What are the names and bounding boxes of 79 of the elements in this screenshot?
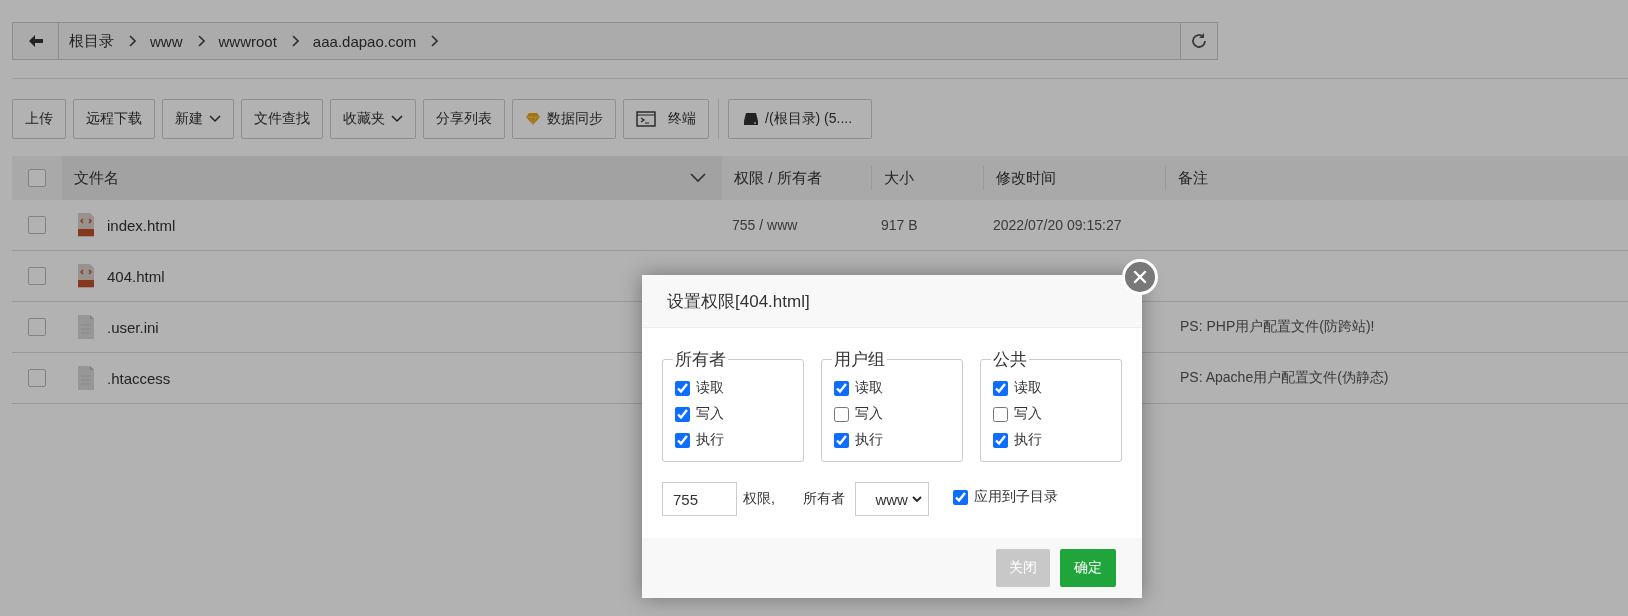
toolbar-button[interactable]: 收藏夹 xyxy=(330,99,416,139)
dialog-title: 设置权限[404.html] xyxy=(667,290,810,313)
toolbar-button[interactable]: 数据同步 xyxy=(512,99,616,139)
file-icon xyxy=(77,366,95,390)
permission-checkbox[interactable] xyxy=(993,380,1008,396)
checkbox-label: 读取 xyxy=(855,379,883,397)
diamond-icon xyxy=(525,112,541,126)
apply-subdirectories-checkbox[interactable] xyxy=(952,489,968,505)
caret-icon xyxy=(209,115,221,123)
close-button[interactable] xyxy=(1122,259,1158,295)
owner-select[interactable]: www xyxy=(854,482,929,516)
owner-label: 所有者 xyxy=(802,490,845,508)
file-name[interactable]: index.html xyxy=(107,216,176,234)
refresh-icon xyxy=(1190,32,1208,50)
row-checkbox[interactable] xyxy=(28,216,46,234)
checkbox-label: 执行 xyxy=(696,431,724,449)
toolbar-button[interactable]: 新建 xyxy=(162,99,234,139)
chevron-right-icon xyxy=(128,35,136,47)
group-title: 所有者 xyxy=(674,349,727,371)
group-title: 公共 xyxy=(992,349,1028,371)
row-checkbox[interactable] xyxy=(28,267,46,285)
breadcrumb-link[interactable]: wwwroot xyxy=(218,32,277,50)
toolbar-button[interactable]: 远程下载 xyxy=(73,99,155,139)
toolbar-button[interactable]: /(根目录) (5.... xyxy=(728,99,872,139)
permission-checkbox[interactable] xyxy=(675,380,690,396)
caret-icon xyxy=(391,115,403,123)
back-arrow-icon xyxy=(27,34,44,48)
permission-label: 权限, xyxy=(743,490,775,508)
permission-checkbox[interactable] xyxy=(993,406,1008,422)
breadcrumb-link[interactable]: 根目录 xyxy=(69,31,114,51)
toolbar-button[interactable]: 上传 xyxy=(12,99,66,139)
permission-checkbox[interactable] xyxy=(834,406,849,422)
chevron-right-icon xyxy=(430,35,439,47)
checkbox-label: 写入 xyxy=(1014,405,1042,423)
breadcrumb-link[interactable]: aaa.dapao.com xyxy=(312,32,417,50)
permission-input[interactable]: 755 xyxy=(662,482,737,516)
checkbox-label: 写入 xyxy=(696,405,724,423)
table-cell: 917 B xyxy=(881,217,918,233)
chevron-right-icon xyxy=(196,35,205,47)
chevron-down-icon xyxy=(690,173,706,183)
table-cell: PS: Apache用户配置文件(伪静态) xyxy=(1180,369,1389,387)
permission-checkbox[interactable] xyxy=(834,380,849,396)
group-title: 用户组 xyxy=(833,349,886,371)
column-header[interactable]: 修改时间 xyxy=(983,166,1165,190)
checkbox-label: 执行 xyxy=(855,431,883,449)
checkbox-label: 写入 xyxy=(855,405,883,423)
permission-checkbox[interactable] xyxy=(993,432,1008,448)
caret-icon xyxy=(911,495,922,503)
checkbox-label: 应用到子目录 xyxy=(973,488,1058,506)
column-header[interactable]: 文件名 xyxy=(62,156,722,200)
permission-checkbox[interactable] xyxy=(675,432,690,448)
toolbar-button[interactable]: 分享列表 xyxy=(423,99,505,139)
html-file-icon xyxy=(77,264,95,288)
drive-icon xyxy=(743,112,759,126)
close-icon xyxy=(1133,270,1147,284)
breadcrumb-link[interactable]: www xyxy=(150,32,183,50)
row-checkbox[interactable] xyxy=(28,369,46,387)
column-header[interactable]: 大小 xyxy=(871,166,983,190)
terminal-icon xyxy=(636,111,656,127)
column-header[interactable]: 权限 / 所有者 xyxy=(722,156,871,200)
html-file-icon xyxy=(77,213,95,237)
checkbox-label: 读取 xyxy=(1014,379,1042,397)
checkbox-label: 读取 xyxy=(696,379,724,397)
toolbar-button[interactable]: 终端 xyxy=(623,99,709,139)
select-all-checkbox[interactable] xyxy=(28,169,46,187)
table-cell: 2022/07/20 09:15:27 xyxy=(993,217,1122,233)
file-name[interactable]: 404.html xyxy=(107,267,165,285)
row-checkbox[interactable] xyxy=(28,318,46,336)
file-icon xyxy=(77,315,95,339)
permission-checkbox[interactable] xyxy=(675,406,690,422)
file-name[interactable]: .htaccess xyxy=(107,369,171,387)
table-cell: PS: PHP用户配置文件(防跨站)! xyxy=(1180,318,1375,336)
column-header[interactable]: 备注 xyxy=(1165,166,1628,190)
table-cell: 755 / www xyxy=(732,217,798,233)
file-name[interactable]: .user.ini xyxy=(107,318,159,336)
checkbox-label: 执行 xyxy=(1014,431,1042,449)
permission-checkbox[interactable] xyxy=(834,432,849,448)
chevron-right-icon xyxy=(290,35,299,47)
toolbar-button[interactable]: 文件查找 xyxy=(241,99,323,139)
